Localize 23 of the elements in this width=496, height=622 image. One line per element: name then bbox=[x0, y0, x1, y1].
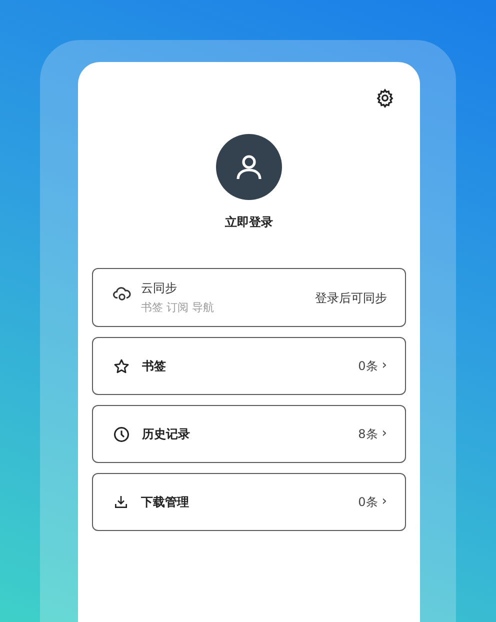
item-label: 下载管理 bbox=[141, 494, 189, 511]
clock-icon bbox=[113, 426, 130, 442]
login-link[interactable]: 立即登录 bbox=[225, 213, 273, 231]
chevron-icon: › bbox=[382, 356, 387, 376]
sync-title: 云同步 bbox=[141, 280, 178, 297]
cloud-sync-card[interactable]: 云同步 书签 订阅 导航 登录后可同步 bbox=[92, 268, 406, 327]
menu-item[interactable]: 历史记录 8条 › bbox=[92, 405, 406, 463]
item-label: 书签 bbox=[142, 358, 166, 375]
settings-icon[interactable] bbox=[375, 88, 395, 108]
menu-item[interactable]: 书签 0条 › bbox=[92, 337, 406, 395]
user-icon bbox=[234, 152, 264, 182]
cloud-sync-icon bbox=[113, 286, 131, 302]
item-count: 0条 bbox=[358, 494, 378, 511]
star-icon bbox=[113, 358, 130, 374]
chevron-icon: › bbox=[382, 424, 387, 444]
chevron-icon: › bbox=[382, 492, 387, 512]
sync-subtitle: 书签 订阅 导航 bbox=[141, 300, 214, 316]
menu-item[interactable]: 下载管理 0条 › bbox=[92, 473, 406, 531]
item-count: 8条 bbox=[358, 426, 378, 443]
item-count: 0条 bbox=[358, 358, 378, 375]
download-icon bbox=[113, 494, 129, 510]
item-label: 历史记录 bbox=[142, 426, 190, 443]
sync-status: 登录后可同步 bbox=[315, 290, 387, 306]
